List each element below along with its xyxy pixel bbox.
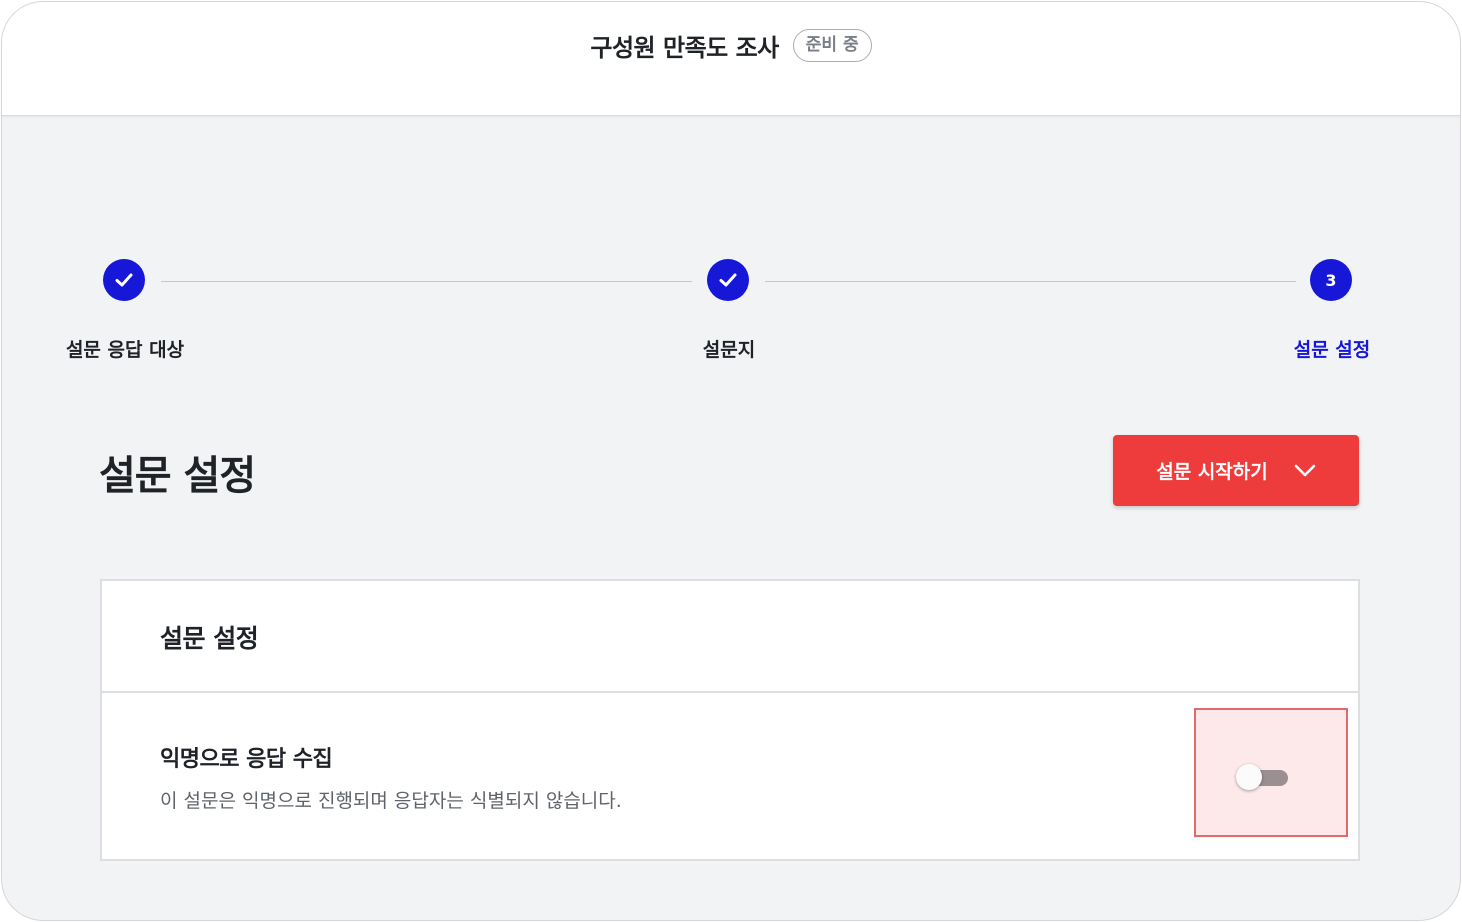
settings-panel: 설문 설정 익명으로 응답 수집 이 설문은 익명으로 진행되며 응답자는 식별… xyxy=(100,579,1360,861)
anonymous-setting-description: 이 설문은 익명으로 진행되며 응답자는 식별되지 않습니다. xyxy=(160,790,622,812)
anonymous-setting-title: 익명으로 응답 수집 xyxy=(160,747,333,772)
settings-panel-title: 설문 설정 xyxy=(160,624,259,653)
start-survey-button[interactable]: 설문 시작하기 xyxy=(1113,435,1359,506)
step-connector xyxy=(765,281,1296,282)
chevron-down-icon xyxy=(1294,464,1316,476)
step-connector xyxy=(161,281,692,282)
step-3-number[interactable]: 3 xyxy=(1310,259,1352,301)
start-survey-label: 설문 시작하기 xyxy=(1156,461,1268,483)
anonymous-toggle-highlight xyxy=(1194,708,1348,837)
anonymous-toggle[interactable] xyxy=(1236,764,1290,790)
stepper: 설문 응답 대상 설문지 3 설문 설정 xyxy=(2,2,1460,382)
page-title: 설문 설정 xyxy=(99,453,256,499)
step-1-label[interactable]: 설문 응답 대상 xyxy=(66,335,184,362)
step-2-label[interactable]: 설문지 xyxy=(703,335,755,362)
settings-panel-header: 설문 설정 xyxy=(102,581,1358,693)
toggle-thumb xyxy=(1236,764,1262,790)
step-2-check-icon[interactable] xyxy=(707,259,749,301)
step-3-label[interactable]: 설문 설정 xyxy=(1294,335,1371,362)
step-1-check-icon[interactable] xyxy=(103,259,145,301)
app-window: 구성원 만족도 조사 준비 중 설문 응답 대상 설문지 3 설문 설정 설문 … xyxy=(1,1,1461,921)
